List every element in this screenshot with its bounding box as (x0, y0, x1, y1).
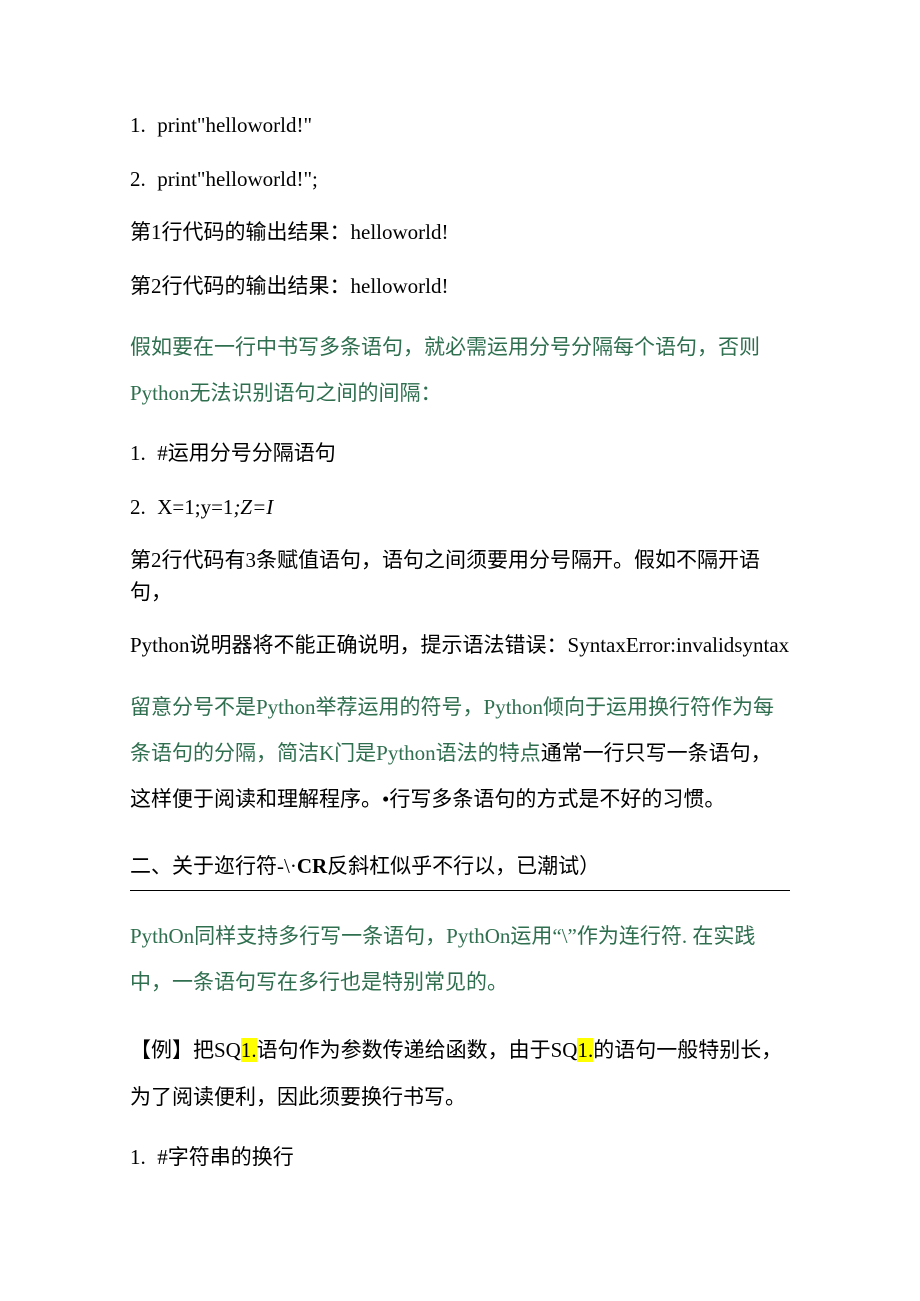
heading-pre: 二、关于迩行符-\· (130, 854, 297, 878)
heading-text: 二、关于迩行符-\·CR反斜杠似乎不行以，已潮试） (130, 850, 790, 888)
code-line-5: 1. #字符串的换行 (130, 1142, 790, 1174)
code-line-1: 1. print"helloworld!" (130, 110, 790, 142)
line-number: 1. (130, 1142, 152, 1174)
text: 语句作为参数传递给函数，由于SQ (257, 1038, 578, 1062)
code-text: print"helloworld!" (157, 113, 312, 137)
text: 【例】把SQ (130, 1038, 241, 1062)
line-number: 2. (130, 164, 152, 196)
output-line-1: 第1行代码的输出结果：helloworld! (130, 217, 790, 249)
code-text: #运用分号分隔语句 (157, 441, 336, 465)
heading-bold: CR (297, 854, 327, 878)
line-number: 2. (130, 492, 152, 524)
highlight: 1. (577, 1038, 593, 1062)
code-text: #字符串的换行 (157, 1145, 294, 1169)
code-line-4: 2. X=1;y=1;Z=I (130, 492, 790, 524)
highlight: 1. (241, 1038, 257, 1062)
note-paragraph-1: 假如要在一行中书写多条语句，就必需运用分号分隔每个语句，否则Python无法识别… (130, 324, 790, 416)
line-number: 1. (130, 438, 152, 470)
document-page: 1. print"helloworld!" 2. print"helloworl… (0, 0, 920, 1235)
output-line-2: 第2行代码的输出结果：helloworld! (130, 271, 790, 303)
note-paragraph-3: PythOn同样支持多行写一条语句，PythOn运用“\”作为连行符. 在实践中… (130, 913, 790, 1005)
code-text: print"helloworld!"; (157, 167, 318, 191)
code-text: X=1;y=1 (157, 495, 233, 519)
code-text-italic: ;Z=I (233, 495, 273, 519)
code-line-2: 2. print"helloworld!"; (130, 164, 790, 196)
heading-post: 反斜杠似乎不行以，已潮试） (327, 854, 600, 878)
heading-rule (130, 890, 790, 891)
note-paragraph-2: 留意分号不是Python举荐运用的符号，Python倾向于运用换行符作为每条语句… (130, 684, 790, 823)
paragraph: Python说明器将不能正确说明，提示语法错误：SyntaxError:inva… (130, 630, 790, 662)
section-heading: 二、关于迩行符-\·CR反斜杠似乎不行以，已潮试） (130, 850, 790, 891)
line-number: 1. (130, 110, 152, 142)
code-line-3: 1. #运用分号分隔语句 (130, 438, 790, 470)
example-paragraph: 【例】把SQ1.语句作为参数传递给函数，由于SQ1.的语句一般特别长，为了阅读便… (130, 1027, 790, 1119)
paragraph: 第2行代码有3条赋值语句，语句之间须要用分号隔开。假如不隔开语句， (130, 545, 790, 608)
